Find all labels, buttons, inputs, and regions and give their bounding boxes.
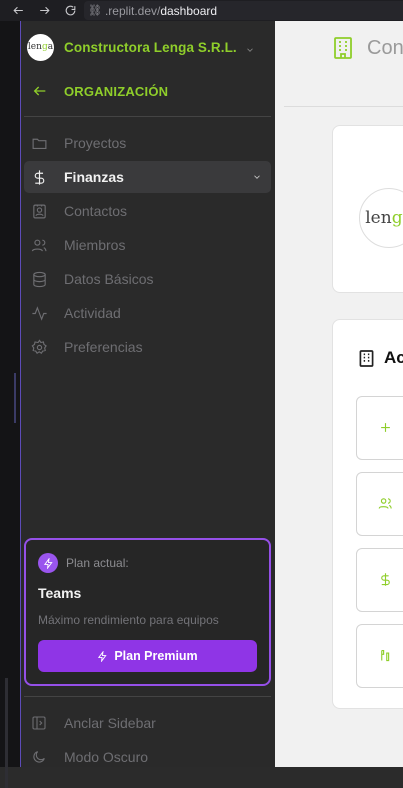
sidebar-item-miembros[interactable]: Miembros — [24, 229, 271, 261]
plan-description: Máximo rendimiento para equipos — [38, 613, 219, 627]
sidebar-item-label: Preferencias — [64, 339, 143, 355]
tools-icon — [377, 647, 393, 663]
plan-heading-row: Plan actual: — [38, 553, 129, 573]
divider — [24, 116, 271, 117]
sidebar-panel-icon — [30, 714, 48, 732]
sidebar-item-label: Proyectos — [64, 135, 127, 151]
back-to-organization[interactable]: ORGANIZACIÓN — [21, 79, 276, 103]
lightning-icon — [38, 553, 58, 573]
chevron-down-icon — [245, 42, 255, 52]
sidebar: len g a Constructora Lenga S.R.L. ORGANIZA… — [20, 21, 275, 767]
pin-sidebar-button[interactable]: Anclar Sidebar — [24, 709, 271, 737]
org-switcher[interactable]: len g a Constructora Lenga S.R.L. — [21, 33, 276, 61]
address-bar[interactable]: ⛓ .replit.dev/dashboard — [84, 1, 403, 20]
edge-marker — [14, 373, 16, 423]
org-name: Constructora Lenga S.R.L. — [64, 39, 237, 55]
users-icon — [377, 495, 393, 511]
moon-icon — [30, 748, 48, 766]
gear-icon — [30, 338, 48, 356]
users-icon — [30, 236, 48, 254]
sidebar-nav: Proyectos Finanzas Contactos Miembros Da… — [24, 127, 271, 365]
divider — [24, 696, 271, 697]
back-arrow-icon[interactable] — [10, 3, 26, 19]
actions-card: Ac — [332, 319, 403, 709]
lightning-icon — [98, 650, 107, 662]
arrow-left-icon — [33, 86, 46, 96]
action-tools-button[interactable] — [356, 624, 403, 688]
sidebar-item-datos-basicos[interactable]: Datos Básicos — [24, 263, 271, 295]
sidebar-item-proyectos[interactable]: Proyectos — [24, 127, 271, 159]
plan-heading: Plan actual: — [66, 556, 129, 570]
actions-title-row: Ac — [359, 348, 403, 368]
edge-scrollbar[interactable] — [5, 678, 8, 788]
window-edge — [0, 21, 20, 788]
sidebar-item-label: Actividad — [64, 305, 121, 321]
browser-toolbar: ⛓ .replit.dev/dashboard — [0, 0, 403, 21]
building-icon — [359, 349, 374, 367]
plan-name: Teams — [38, 585, 82, 601]
contact-card-icon — [30, 202, 48, 220]
org-avatar: lenga — [359, 188, 403, 248]
dollar-icon — [30, 168, 48, 186]
reload-icon[interactable] — [62, 3, 78, 19]
dark-mode-label: Modo Oscuro — [64, 749, 149, 765]
url-path: dashboard — [160, 3, 218, 18]
page-header: Con — [284, 21, 403, 107]
sidebar-item-label: Finanzas — [64, 169, 124, 185]
activity-icon — [30, 304, 48, 322]
link-icon: ⛓ — [88, 5, 102, 17]
page-title: Con — [367, 37, 403, 59]
plus-icon — [377, 419, 393, 435]
action-add-button[interactable] — [356, 396, 403, 460]
dollar-icon — [377, 571, 393, 587]
sidebar-item-label: Miembros — [64, 237, 126, 253]
sidebar-item-label: Contactos — [64, 203, 128, 219]
chevron-down-icon — [252, 169, 271, 185]
sidebar-item-actividad[interactable]: Actividad — [24, 297, 271, 329]
database-icon — [30, 270, 48, 288]
action-finances-button[interactable] — [356, 548, 403, 612]
sidebar-item-label: Datos Básicos — [64, 271, 154, 287]
forward-arrow-icon[interactable] — [36, 3, 52, 19]
back-label: ORGANIZACIÓN — [64, 83, 169, 99]
plan-card: Plan actual: Teams Máximo rendimiento pa… — [24, 538, 271, 686]
org-logo: len g a — [27, 33, 54, 61]
sidebar-item-finanzas[interactable]: Finanzas — [24, 161, 271, 193]
action-members-button[interactable] — [356, 472, 403, 536]
actions-title: Ac — [384, 348, 403, 367]
main-content: Con lenga Ac — [275, 21, 403, 767]
sidebar-item-preferencias[interactable]: Preferencias — [24, 331, 271, 363]
pin-sidebar-label: Anclar Sidebar — [64, 715, 156, 731]
folder-icon — [30, 134, 48, 152]
building-icon — [333, 37, 353, 59]
url-domain: .replit.dev/ — [104, 3, 161, 18]
sidebar-item-contactos[interactable]: Contactos — [24, 195, 271, 227]
plan-premium-button[interactable]: Plan Premium — [38, 640, 257, 672]
plan-premium-label: Plan Premium — [114, 649, 198, 663]
org-profile-card: lenga — [332, 125, 403, 293]
